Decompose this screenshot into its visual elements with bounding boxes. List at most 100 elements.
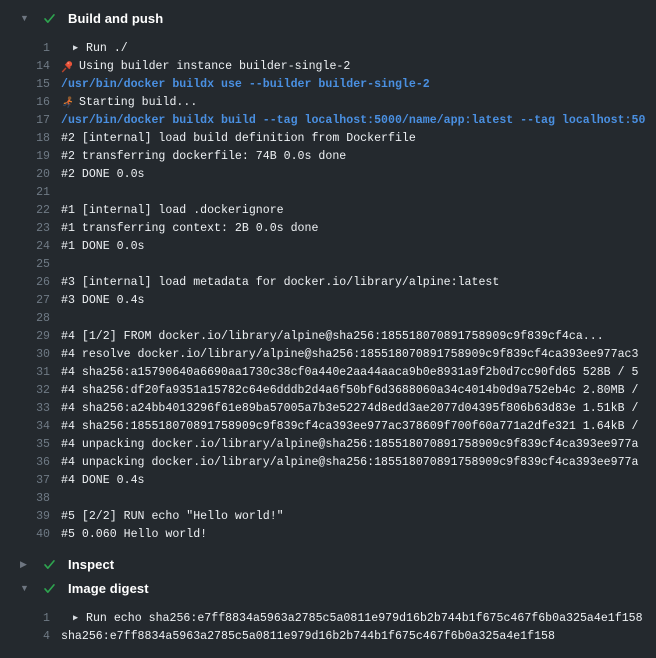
log-line: 36 #4 unpacking docker.io/library/alpine… bbox=[0, 453, 656, 471]
line-number: 38 bbox=[0, 492, 50, 505]
section-title: Build and push bbox=[68, 11, 163, 26]
log-line: 18 #2 [internal] load build definition f… bbox=[0, 129, 656, 147]
log-text: #2 DONE 0.0s bbox=[61, 168, 656, 181]
line-number: 19 bbox=[0, 150, 50, 163]
log-text: ▶Run ./ bbox=[61, 42, 656, 55]
line-number: 36 bbox=[0, 456, 50, 469]
line-number: 17 bbox=[0, 114, 50, 127]
line-number: 4 bbox=[0, 630, 50, 643]
log-line: 39 #5 [2/2] RUN echo "Hello world!" bbox=[0, 507, 656, 525]
log-line: 16 Starting build... bbox=[0, 93, 656, 111]
line-number: 30 bbox=[0, 348, 50, 361]
log-text: #1 [internal] load .dockerignore bbox=[61, 204, 656, 217]
log-text: #5 0.060 Hello world! bbox=[61, 528, 656, 541]
runner-icon bbox=[61, 96, 77, 109]
log-line: 1 ▶Run echo sha256:e7ff8834a5963a2785c5a… bbox=[0, 609, 656, 627]
log-line: 22 #1 [internal] load .dockerignore bbox=[0, 201, 656, 219]
log-text: #4 sha256:a15790640a6690aa1730c38cf0a440… bbox=[61, 366, 656, 379]
line-number: 15 bbox=[0, 78, 50, 91]
line-number: 1 bbox=[0, 42, 50, 55]
log-line: 23 #1 transferring context: 2B 0.0s done bbox=[0, 219, 656, 237]
log-line: 4 sha256:e7ff8834a5963a2785c5a0811e979d1… bbox=[0, 627, 656, 645]
log-text: #4 sha256:a24bb4013296f61e89ba57005a7b3e… bbox=[61, 402, 656, 415]
log-line: 31 #4 sha256:a15790640a6690aa1730c38cf0a… bbox=[0, 363, 656, 381]
log-line: 35 #4 unpacking docker.io/library/alpine… bbox=[0, 435, 656, 453]
log-text: ▶Run echo sha256:e7ff8834a5963a2785c5a08… bbox=[61, 612, 656, 625]
log-text: #3 DONE 0.4s bbox=[61, 294, 656, 307]
line-number: 22 bbox=[0, 204, 50, 217]
log-text: #5 [2/2] RUN echo "Hello world!" bbox=[61, 510, 656, 523]
actions-log-viewer: ▼ Build and push 1 ▶Run ./ 14 Using buil… bbox=[0, 6, 656, 645]
log-line: 29 #4 [1/2] FROM docker.io/library/alpin… bbox=[0, 327, 656, 345]
log-line: 30 #4 resolve docker.io/library/alpine@s… bbox=[0, 345, 656, 363]
chevron-down-icon[interactable]: ▼ bbox=[20, 584, 32, 593]
log-line: 40 #5 0.060 Hello world! bbox=[0, 525, 656, 543]
log-line: 26 #3 [internal] load metadata for docke… bbox=[0, 273, 656, 291]
chevron-right-icon[interactable]: ▶ bbox=[20, 560, 32, 569]
line-number: 29 bbox=[0, 330, 50, 343]
line-number: 20 bbox=[0, 168, 50, 181]
log-line: 21 bbox=[0, 183, 656, 201]
line-number: 18 bbox=[0, 132, 50, 145]
check-icon bbox=[42, 581, 56, 595]
log-lines: 1 ▶Run echo sha256:e7ff8834a5963a2785c5a… bbox=[0, 609, 656, 645]
log-line: 24 #1 DONE 0.0s bbox=[0, 237, 656, 255]
log-text: #2 [internal] load build definition from… bbox=[61, 132, 656, 145]
log-line: 28 bbox=[0, 309, 656, 327]
section-title: Inspect bbox=[68, 557, 114, 572]
log-line: 17 /usr/bin/docker buildx build --tag lo… bbox=[0, 111, 656, 129]
log-text: #4 DONE 0.4s bbox=[61, 474, 656, 487]
check-icon bbox=[42, 557, 56, 571]
group-expander-icon[interactable]: ▶ bbox=[73, 43, 86, 53]
line-number: 16 bbox=[0, 96, 50, 109]
line-number: 32 bbox=[0, 384, 50, 397]
line-number: 37 bbox=[0, 474, 50, 487]
log-text: #1 transferring context: 2B 0.0s done bbox=[61, 222, 656, 235]
line-number: 1 bbox=[0, 612, 50, 625]
line-number: 33 bbox=[0, 402, 50, 415]
log-line: 1 ▶Run ./ bbox=[0, 39, 656, 57]
log-line: 32 #4 sha256:df20fa9351a15782c64e6dddb2d… bbox=[0, 381, 656, 399]
log-text: #4 resolve docker.io/library/alpine@sha2… bbox=[61, 348, 656, 361]
log-line: 20 #2 DONE 0.0s bbox=[0, 165, 656, 183]
check-icon bbox=[42, 11, 56, 25]
log-lines: 1 ▶Run ./ 14 Using builder instance buil… bbox=[0, 39, 656, 543]
line-number: 27 bbox=[0, 294, 50, 307]
log-line: 38 bbox=[0, 489, 656, 507]
section-header[interactable]: ▼ Image digest bbox=[0, 576, 656, 600]
line-number: 21 bbox=[0, 186, 50, 199]
log-text: #3 [internal] load metadata for docker.i… bbox=[61, 276, 656, 289]
log-text: Starting build... bbox=[61, 96, 656, 109]
line-number: 35 bbox=[0, 438, 50, 451]
line-number: 14 bbox=[0, 60, 50, 73]
log-section: ▼ Image digest 1 ▶Run echo sha256:e7ff88… bbox=[0, 576, 656, 645]
log-line: 14 Using builder instance builder-single… bbox=[0, 57, 656, 75]
line-number: 31 bbox=[0, 366, 50, 379]
chevron-down-icon[interactable]: ▼ bbox=[20, 14, 32, 23]
line-number: 39 bbox=[0, 510, 50, 523]
line-number: 40 bbox=[0, 528, 50, 541]
line-number: 24 bbox=[0, 240, 50, 253]
line-number: 28 bbox=[0, 312, 50, 325]
pushpin-icon bbox=[61, 60, 77, 73]
section-title: Image digest bbox=[68, 581, 149, 596]
log-text: sha256:e7ff8834a5963a2785c5a0811e979d16b… bbox=[61, 630, 656, 643]
section-header[interactable]: ▶ Inspect bbox=[0, 552, 656, 576]
line-number: 23 bbox=[0, 222, 50, 235]
section-header[interactable]: ▼ Build and push bbox=[0, 6, 656, 30]
log-line: 25 bbox=[0, 255, 656, 273]
log-line: 19 #2 transferring dockerfile: 74B 0.0s … bbox=[0, 147, 656, 165]
log-command-text: /usr/bin/docker buildx use --builder bui… bbox=[61, 78, 656, 91]
log-text: #4 sha256:185518070891758909c9f839cf4ca3… bbox=[61, 420, 656, 433]
log-section: ▶ Inspect bbox=[0, 552, 656, 576]
log-line: 27 #3 DONE 0.4s bbox=[0, 291, 656, 309]
group-expander-icon[interactable]: ▶ bbox=[73, 613, 86, 623]
log-line: 34 #4 sha256:185518070891758909c9f839cf4… bbox=[0, 417, 656, 435]
log-line: 33 #4 sha256:a24bb4013296f61e89ba57005a7… bbox=[0, 399, 656, 417]
log-command-text: /usr/bin/docker buildx build --tag local… bbox=[61, 114, 656, 127]
line-number: 25 bbox=[0, 258, 50, 271]
log-text: #4 [1/2] FROM docker.io/library/alpine@s… bbox=[61, 330, 656, 343]
line-number: 34 bbox=[0, 420, 50, 433]
log-text: Using builder instance builder-single-2 bbox=[61, 60, 656, 73]
log-section: ▼ Build and push 1 ▶Run ./ 14 Using buil… bbox=[0, 6, 656, 543]
